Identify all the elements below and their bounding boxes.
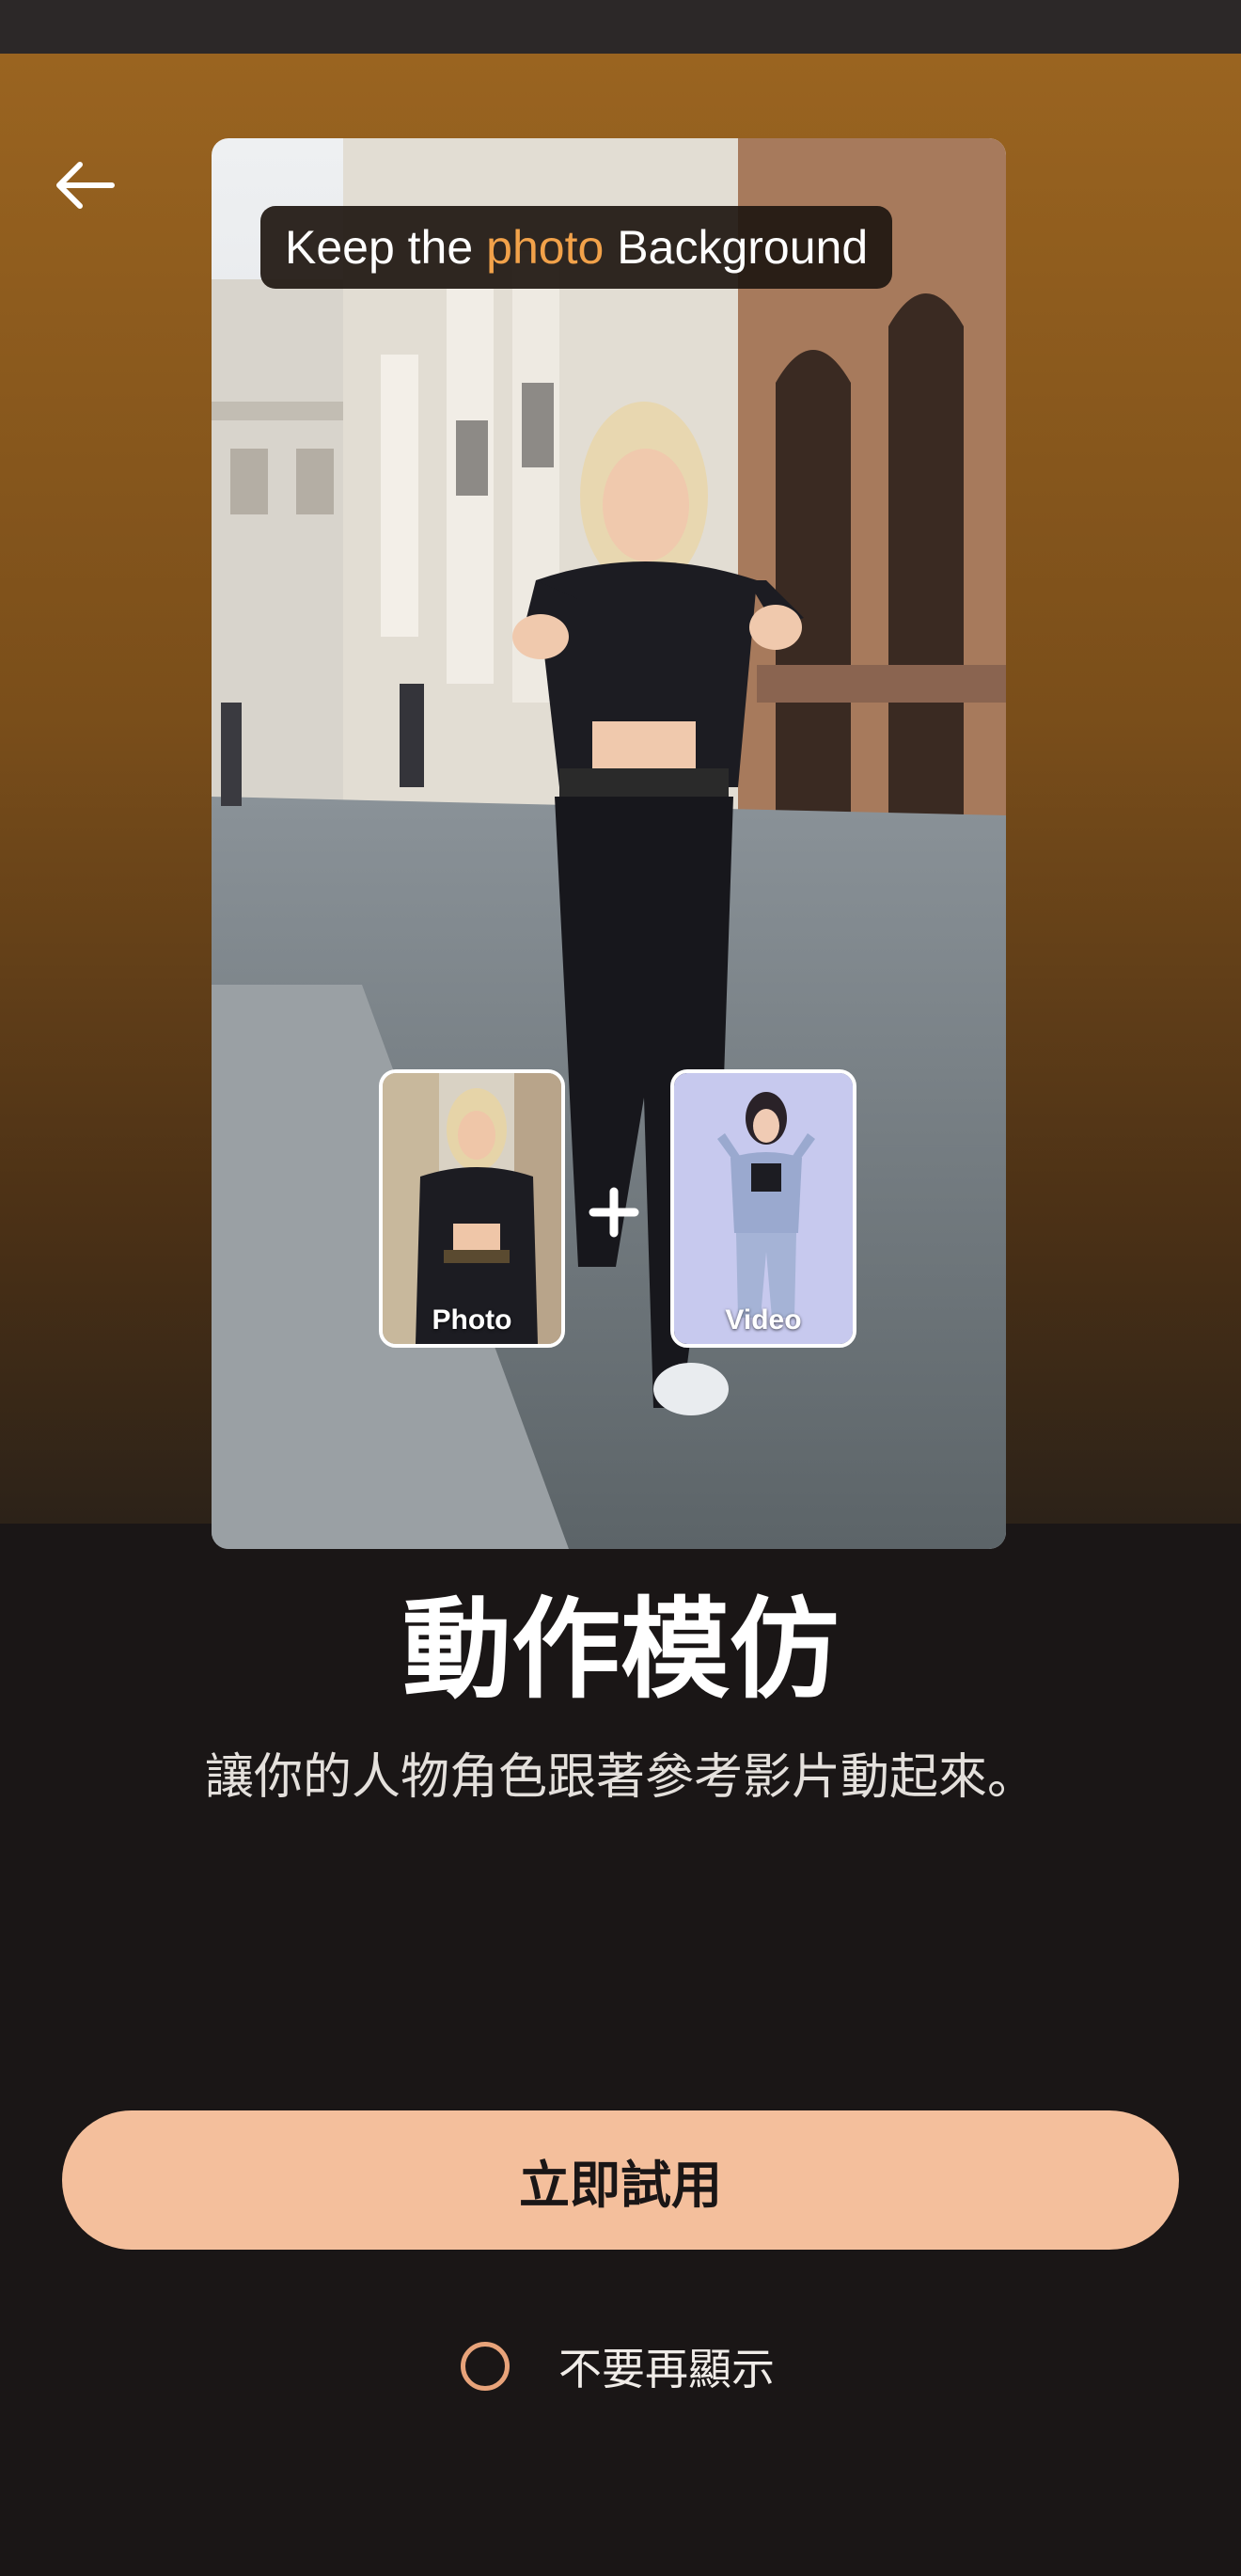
back-button[interactable] <box>38 138 132 232</box>
try-now-button[interactable]: 立即試用 <box>62 2110 1179 2250</box>
preview-scene-image <box>212 138 1006 1549</box>
preview-caption: Keep the photo Background <box>260 206 893 289</box>
photo-thumbnail-label: Photo <box>432 1304 512 1335</box>
caption-suffix: Background <box>617 221 869 274</box>
hero-section: Keep the photo Background Photo Video <box>0 54 1241 1549</box>
dont-show-label: 不要再顯示 <box>558 2344 775 2394</box>
photo-thumbnail: Photo <box>379 1069 565 1348</box>
feature-subtitle: 讓你的人物角色跟著參考影片動起來。 <box>204 1749 1036 1806</box>
video-thumbnail-image <box>674 1073 853 1344</box>
photo-thumbnail-image <box>383 1073 561 1344</box>
dont-show-again-option[interactable]: 不要再顯示 <box>461 2332 775 2400</box>
preview-video-card: Keep the photo Background Photo Video <box>212 138 1006 1549</box>
video-thumbnail-label: Video <box>725 1304 802 1335</box>
arrow-left-icon <box>56 162 115 209</box>
caption-prefix: Keep the <box>285 221 474 274</box>
video-thumbnail: Video <box>670 1069 856 1348</box>
feature-title: 動作模仿 <box>402 1587 839 1714</box>
dont-show-radio[interactable] <box>461 2342 510 2391</box>
status-bar <box>0 0 1241 54</box>
plus-icon <box>589 1187 639 1238</box>
caption-highlight: photo <box>486 221 605 274</box>
